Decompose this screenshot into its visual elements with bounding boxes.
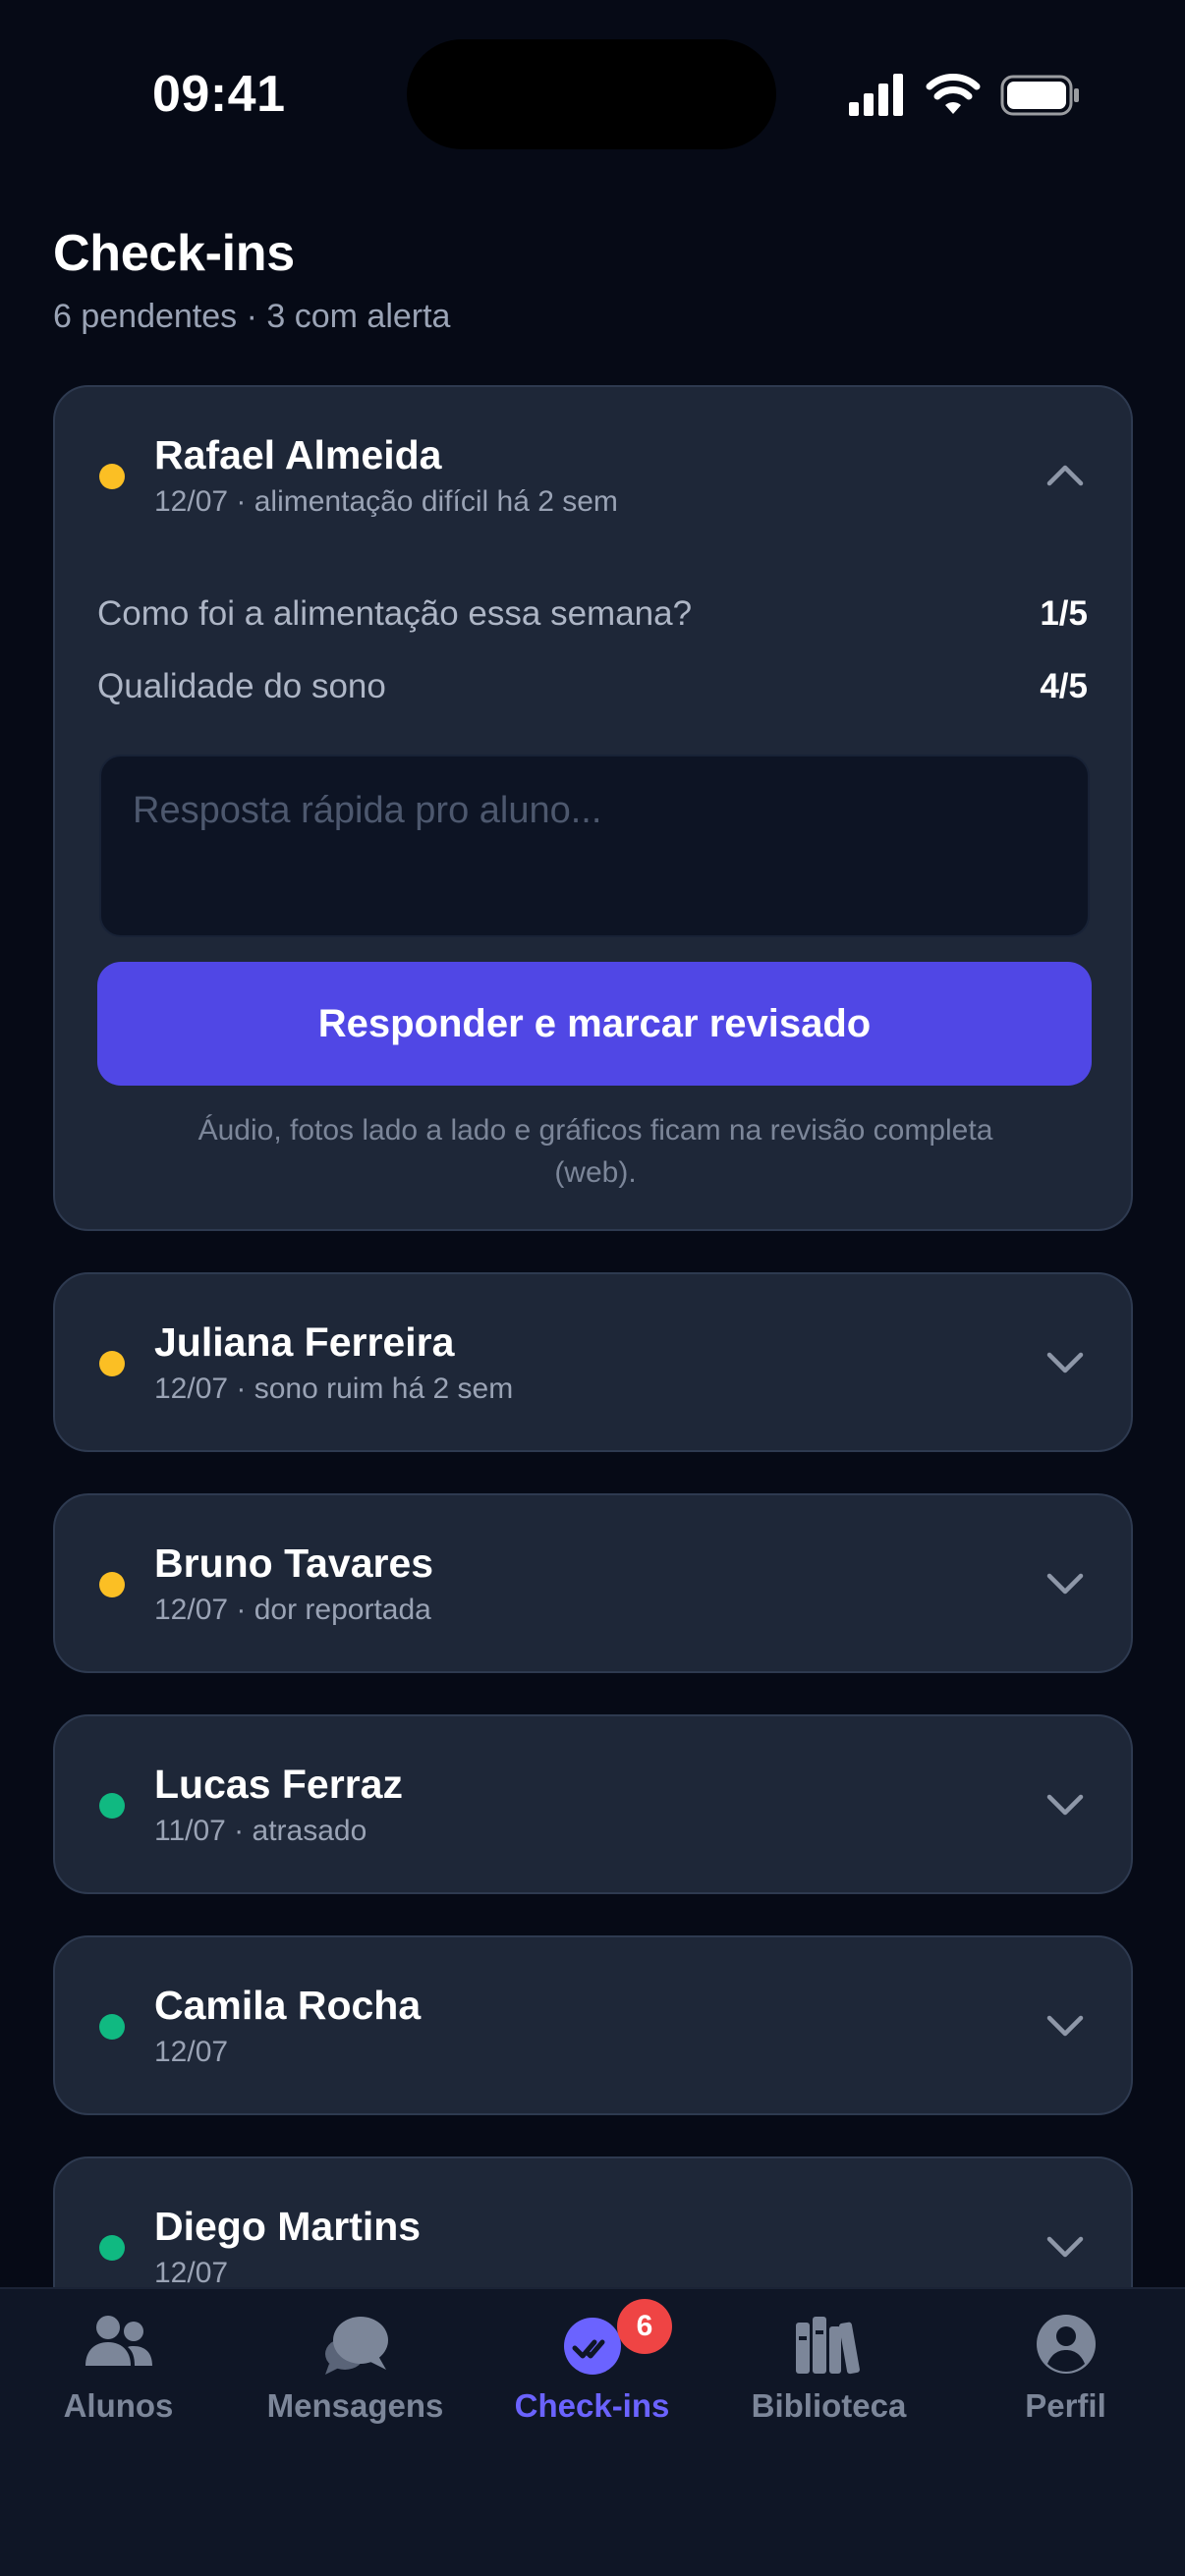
tab-biblioteca[interactable]: Biblioteca bbox=[710, 2289, 947, 2446]
checkin-meta: 12/07 · sono ruim há 2 sem bbox=[154, 1372, 514, 1405]
cellular-signal-icon bbox=[849, 74, 903, 116]
alert-status-dot bbox=[99, 1572, 125, 1597]
tab-label: Check-ins bbox=[514, 2387, 670, 2424]
student-name: Juliana Ferreira bbox=[154, 1319, 455, 1365]
tab-label: Mensagens bbox=[266, 2387, 444, 2424]
question-label: Como foi a alimentação essa semana? bbox=[97, 594, 693, 633]
tab-label: Perfil bbox=[1025, 2387, 1106, 2424]
wifi-icon bbox=[926, 74, 981, 114]
library-icon bbox=[795, 2317, 860, 2375]
ok-status-dot bbox=[99, 2014, 125, 2040]
question-score: 4/5 bbox=[1040, 667, 1088, 705]
tab-perfil[interactable]: Perfil bbox=[947, 2289, 1184, 2446]
checkin-card[interactable]: Lucas Ferraz 11/07 · atrasado bbox=[53, 1714, 1133, 1894]
ok-status-dot bbox=[99, 2235, 125, 2261]
quick-reply-input[interactable] bbox=[99, 755, 1090, 937]
bottom-tab-bar: Alunos Mensagens 6 Check-ins Biblioteca … bbox=[0, 2287, 1185, 2576]
checkin-meta: 12/07 bbox=[154, 2257, 229, 2289]
screen: 09:41 Check-ins 6 pendentes · 3 com aler… bbox=[0, 0, 1185, 2576]
chevron-down-icon[interactable] bbox=[1044, 2012, 1087, 2042]
tab-label: Alunos bbox=[63, 2387, 174, 2424]
question-score: 1/5 bbox=[1040, 594, 1088, 633]
tab-checkins[interactable]: 6 Check-ins bbox=[474, 2289, 710, 2446]
chevron-up-icon[interactable] bbox=[1044, 460, 1087, 489]
chevron-down-icon[interactable] bbox=[1044, 1349, 1087, 1378]
checkin-meta: 12/07 · alimentação difícil há 2 sem bbox=[154, 485, 618, 518]
student-name: Lucas Ferraz bbox=[154, 1762, 403, 1807]
battery-icon bbox=[1000, 75, 1079, 116]
chat-bubbles-icon bbox=[324, 2317, 388, 2375]
checkin-card[interactable]: Bruno Tavares 12/07 · dor reportada bbox=[53, 1493, 1133, 1673]
alert-status-dot bbox=[99, 1351, 125, 1376]
checkin-meta: 11/07 · atrasado bbox=[154, 1815, 367, 1847]
student-name: Camila Rocha bbox=[154, 1983, 422, 2028]
page-subtitle: 6 pendentes · 3 com alerta bbox=[53, 298, 451, 335]
page-title: Check-ins bbox=[53, 225, 295, 282]
checkin-card-expanded: Rafael Almeida 12/07 · alimentação difíc… bbox=[53, 385, 1133, 1231]
student-name: Rafael Almeida bbox=[154, 432, 442, 477]
question-label: Qualidade do sono bbox=[97, 667, 386, 705]
profile-icon bbox=[1036, 2315, 1096, 2374]
users-icon bbox=[85, 2316, 152, 2366]
notification-badge: 6 bbox=[617, 2299, 672, 2354]
checkins-icon bbox=[563, 2318, 621, 2375]
checkin-card[interactable]: Camila Rocha 12/07 bbox=[53, 1935, 1133, 2115]
alert-status-dot bbox=[99, 464, 125, 489]
full-review-note: Áudio, fotos lado a lado e gráficos fica… bbox=[198, 1114, 993, 1189]
ok-status-dot bbox=[99, 1793, 125, 1819]
tab-mensagens[interactable]: Mensagens bbox=[237, 2289, 474, 2446]
chevron-down-icon[interactable] bbox=[1044, 2233, 1087, 2263]
dynamic-island bbox=[407, 39, 776, 149]
tab-label: Biblioteca bbox=[751, 2387, 907, 2424]
checkin-card[interactable]: Juliana Ferreira 12/07 · sono ruim há 2 … bbox=[53, 1272, 1133, 1452]
checkin-meta: 12/07 · dor reportada bbox=[154, 1594, 431, 1626]
status-time: 09:41 bbox=[152, 66, 286, 123]
student-name: Diego Martins bbox=[154, 2204, 422, 2249]
reply-and-mark-reviewed-button[interactable]: Responder e marcar revisado bbox=[97, 962, 1092, 1086]
tab-alunos[interactable]: Alunos bbox=[0, 2289, 237, 2446]
checkin-card-header[interactable]: Rafael Almeida 12/07 · alimentação difíc… bbox=[55, 387, 1131, 525]
student-name: Bruno Tavares bbox=[154, 1540, 434, 1586]
chevron-down-icon[interactable] bbox=[1044, 1791, 1087, 1820]
chevron-down-icon[interactable] bbox=[1044, 1570, 1087, 1599]
checkin-meta: 12/07 bbox=[154, 2036, 229, 2068]
